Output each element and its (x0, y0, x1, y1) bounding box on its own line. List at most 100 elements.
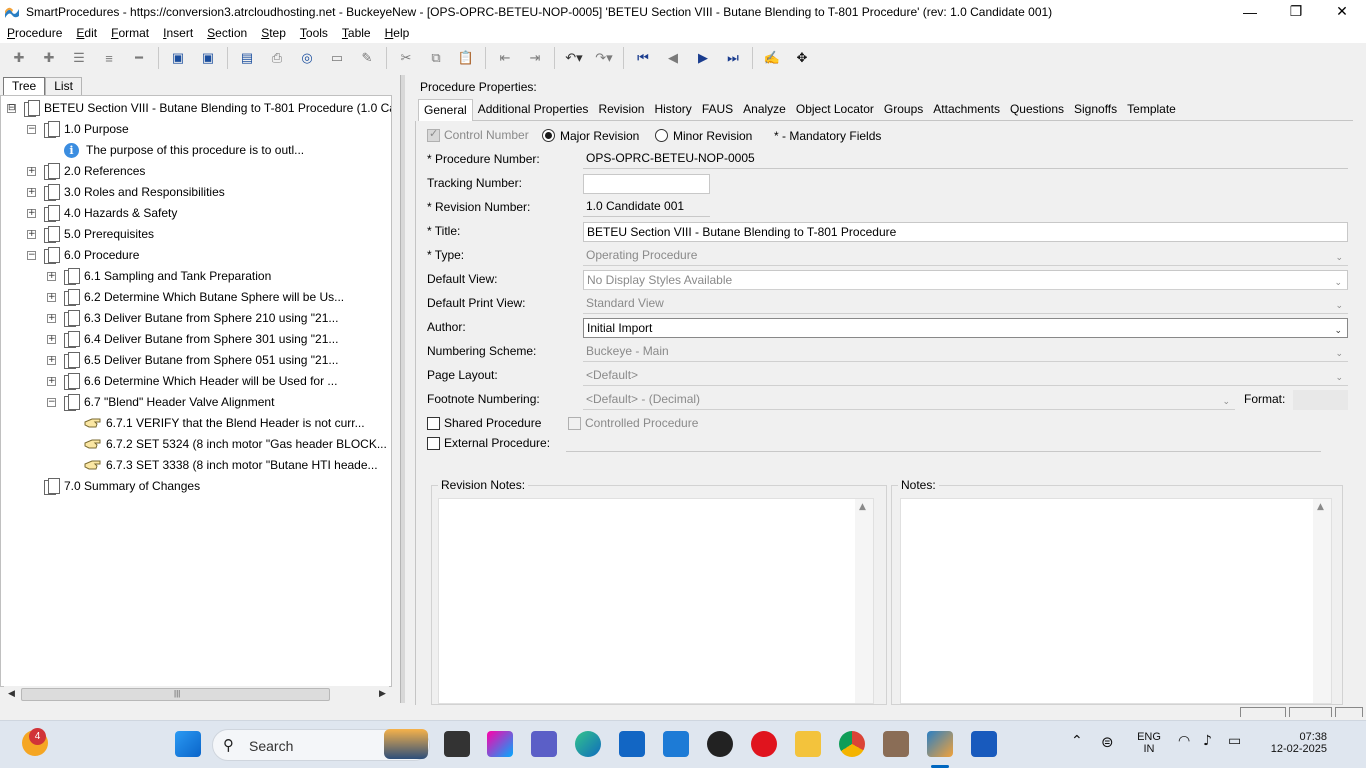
tab-revision[interactable]: Revision (593, 99, 649, 121)
tab-list[interactable]: List (45, 77, 82, 95)
collapse-icon[interactable]: − (47, 397, 56, 407)
format-field[interactable] (1293, 390, 1348, 410)
volume-icon[interactable]: ♪ (1203, 733, 1212, 749)
expand-icon[interactable]: + (47, 376, 56, 386)
tree-node[interactable]: 6.7.3 SET 3338 (8 inch motor "Butane HTI… (67, 455, 378, 475)
tab-faus[interactable]: FAUS (697, 99, 738, 121)
publish-icon[interactable]: ▤ (236, 47, 258, 69)
tree-node[interactable]: +6.5 Deliver Butane from Sphere 051 usin… (47, 350, 338, 370)
file-explorer-dark-icon[interactable] (444, 731, 470, 757)
notes-textarea[interactable] (900, 498, 1332, 704)
tab-general[interactable]: General (418, 99, 473, 121)
vertical-scrollbar[interactable] (1313, 499, 1331, 703)
opera-icon[interactable] (751, 731, 777, 757)
list-icon[interactable]: ☰ (68, 47, 90, 69)
save-all-icon[interactable]: ▣ (167, 47, 189, 69)
tree-node[interactable]: − 1.0 Purpose (27, 119, 129, 139)
smartprocedures-icon[interactable] (927, 731, 953, 757)
tab-additional-properties[interactable]: Additional Properties (473, 99, 594, 121)
tree-node[interactable]: +6.1 Sampling and Tank Preparation (47, 266, 271, 286)
external-procedure-field[interactable] (566, 433, 1321, 452)
tab-analyze[interactable]: Analyze (738, 99, 791, 121)
revision-notes-textarea[interactable] (438, 498, 874, 704)
power-automate-icon[interactable] (663, 731, 689, 757)
tree-node[interactable]: +6.2 Determine Which Butane Sphere will … (47, 287, 344, 307)
print-icon[interactable]: ⎙ (266, 47, 288, 69)
app-icon[interactable] (883, 731, 909, 757)
collapse-icon[interactable]: − (27, 250, 36, 260)
major-revision-radio[interactable] (542, 129, 555, 142)
next-icon[interactable]: ▶ (692, 47, 714, 69)
expand-icon[interactable]: + (27, 187, 36, 197)
clock[interactable]: 07:38 12-02-2025 (1257, 731, 1327, 755)
network-status-icon[interactable]: ⊜ (1101, 733, 1114, 751)
tracking-number-input[interactable] (583, 174, 710, 194)
edge-icon[interactable] (575, 731, 601, 757)
controlled-procedure-checkbox[interactable] (568, 417, 581, 430)
start-icon[interactable] (175, 731, 201, 757)
menu-tools[interactable]: Tools (293, 26, 335, 40)
remove-icon[interactable]: ━ (128, 47, 150, 69)
expand-icon[interactable]: + (27, 166, 36, 176)
expand-icon[interactable]: + (47, 271, 56, 281)
expand-icon[interactable]: + (47, 292, 56, 302)
close-button[interactable]: ✕ (1319, 0, 1365, 23)
redo-icon[interactable]: ↷▾ (593, 47, 615, 69)
tree-node[interactable]: +6.3 Deliver Butane from Sphere 210 usin… (47, 308, 338, 328)
chevron-up-icon[interactable]: ⌃ (1071, 733, 1083, 749)
menu-procedure[interactable]: Procedure (0, 26, 69, 40)
shared-procedure-checkbox[interactable] (427, 417, 440, 430)
default-print-view-dropdown[interactable]: Standard View ⌄ (583, 294, 1348, 314)
title-input[interactable]: BETEU Section VIII - Butane Blending to … (583, 222, 1348, 242)
scroll-right-icon[interactable]: ▶ (379, 688, 386, 699)
numbering-scheme-dropdown[interactable]: Buckeye - Main ⌄ (583, 342, 1348, 362)
author-dropdown[interactable]: Initial Import ⌄ (583, 318, 1348, 338)
pane-splitter[interactable] (400, 75, 405, 703)
tree-node[interactable]: 7.0 Summary of Changes (27, 476, 200, 496)
cut-icon[interactable]: ✂ (395, 47, 417, 69)
expand-icon[interactable]: + (47, 313, 56, 323)
scroll-left-icon[interactable]: ◀ (8, 688, 15, 699)
menu-insert[interactable]: Insert (156, 26, 200, 40)
previous-icon[interactable]: ◀ (662, 47, 684, 69)
spellcheck-icon[interactable]: ◎ (296, 47, 318, 69)
collapse-icon[interactable]: ⊟ (7, 103, 16, 113)
minor-revision-radio[interactable] (655, 129, 668, 142)
page-layout-dropdown[interactable]: <Default> ⌄ (583, 366, 1348, 386)
menu-edit[interactable]: Edit (69, 26, 104, 40)
store-icon[interactable] (619, 731, 645, 757)
footnote-numbering-dropdown[interactable]: <Default> - (Decimal) ⌄ (583, 390, 1235, 410)
tab-questions[interactable]: Questions (1005, 99, 1069, 121)
dell-icon[interactable] (707, 731, 733, 757)
tab-groups[interactable]: Groups (879, 99, 928, 121)
collapse-icon[interactable]: − (27, 124, 36, 134)
first-icon[interactable]: ⏮ (632, 47, 654, 69)
control-number-checkbox[interactable] (427, 127, 440, 142)
menu-help[interactable]: Help (378, 26, 417, 40)
tree-node[interactable]: − 6.7 "Blend" Header Valve Alignment (47, 392, 274, 412)
type-dropdown[interactable]: Operating Procedure ⌄ (583, 246, 1348, 266)
expand-icon[interactable]: + (47, 355, 56, 365)
wifi-icon[interactable]: ◠ (1178, 733, 1190, 749)
chrome-icon[interactable] (839, 731, 865, 757)
undo-icon[interactable]: ↶▾ (563, 47, 585, 69)
menu-step[interactable]: Step (254, 26, 293, 40)
tree-node[interactable]: +4.0 Hazards & Safety (27, 203, 177, 223)
battery-icon[interactable]: ▭ (1228, 733, 1241, 749)
copy-icon[interactable]: ⧉ (425, 47, 447, 69)
restore-button[interactable]: ❐ (1273, 0, 1319, 23)
vertical-scrollbar[interactable] (855, 499, 873, 703)
tab-attachments[interactable]: Attachments (928, 99, 1005, 121)
tree-node[interactable]: +6.4 Deliver Butane from Sphere 301 usin… (47, 329, 338, 349)
indent-icon[interactable]: ⇥ (524, 47, 546, 69)
procedure-number-field[interactable]: OPS-OPRC-BETEU-NOP-0005 (583, 149, 1348, 169)
menu-format[interactable]: Format (104, 26, 156, 40)
tree-node[interactable]: i The purpose of this procedure is to out… (47, 140, 304, 160)
tools-icon[interactable]: ✎ (356, 47, 378, 69)
language-indicator[interactable]: ENG IN (1134, 731, 1164, 755)
external-procedure-checkbox[interactable] (427, 437, 440, 450)
tab-history[interactable]: History (649, 99, 696, 121)
save-icon[interactable]: ▣ (197, 47, 219, 69)
signature-icon[interactable]: ✍ (761, 47, 783, 69)
preview-icon[interactable]: ▭ (326, 47, 348, 69)
